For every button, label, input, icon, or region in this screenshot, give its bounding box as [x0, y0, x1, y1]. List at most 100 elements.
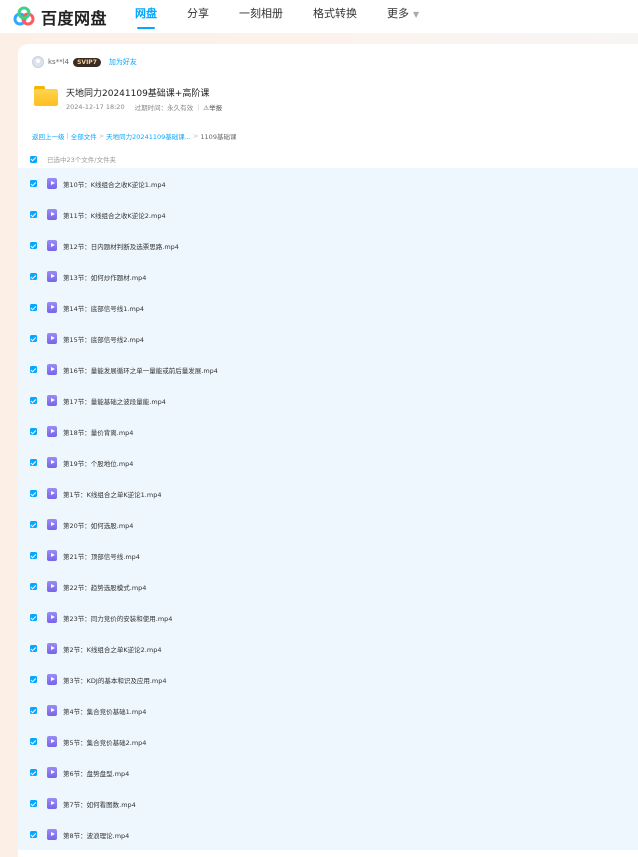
file-row[interactable]: 第10节：K线组合之收K逆论1.mp4	[18, 168, 638, 199]
file-checkbox[interactable]	[30, 800, 37, 807]
file-checkbox[interactable]	[30, 614, 37, 621]
file-row[interactable]: 第19节：个股地位.mp4	[18, 447, 638, 478]
file-checkbox[interactable]	[30, 366, 37, 373]
file-name[interactable]: 第13节：如何炒作题材.mp4	[63, 272, 146, 282]
file-name[interactable]: 第15节：底部信号线2.mp4	[63, 334, 144, 344]
baidu-netdisk-logo[interactable]: 百度网盘	[12, 0, 107, 33]
video-file-icon	[47, 767, 57, 778]
file-checkbox[interactable]	[30, 831, 37, 838]
file-name[interactable]: 第2节：K线组合之单K逆论2.mp4	[63, 644, 161, 654]
folder-icon	[34, 86, 58, 106]
video-file-icon	[47, 178, 57, 189]
video-file-icon	[47, 426, 57, 437]
file-checkbox[interactable]	[30, 397, 37, 404]
cloud-logo-icon	[13, 6, 35, 25]
file-name[interactable]: 第17节：量能基础之波段量能.mp4	[63, 396, 166, 406]
nav-item-format-convert[interactable]: 格式转换	[313, 0, 357, 33]
file-name[interactable]: 第10节：K线组合之收K逆论1.mp4	[63, 179, 166, 189]
file-row[interactable]: 第21节：顶部信号线.mp4	[18, 540, 638, 571]
file-row[interactable]: 第16节：量能发展循环之单一量能或前后量发展.mp4	[18, 354, 638, 385]
file-checkbox[interactable]	[30, 645, 37, 652]
file-row[interactable]: 第1节：K线组合之单K逆论1.mp4	[18, 478, 638, 509]
file-name[interactable]: 第14节：底部信号线1.mp4	[63, 303, 144, 313]
file-row[interactable]: 第23节：同力竞价的安装和使用.mp4	[18, 602, 638, 633]
file-name[interactable]: 第12节：日内题材判断及选票思路.mp4	[63, 241, 179, 251]
file-name[interactable]: 第11节：K线组合之收K逆论2.mp4	[63, 210, 166, 220]
video-file-icon	[47, 643, 57, 654]
file-row[interactable]: 第6节：盘势盘型.mp4	[18, 757, 638, 788]
file-row[interactable]: 第15节：底部信号线2.mp4	[18, 323, 638, 354]
file-name[interactable]: 第21节：顶部信号线.mp4	[63, 551, 140, 561]
file-name[interactable]: 第7节：如何看图数.mp4	[63, 799, 136, 809]
sharer-info: ks**l4 SVIP7 加为好友	[32, 56, 137, 68]
file-checkbox[interactable]	[30, 273, 37, 280]
video-file-icon	[47, 240, 57, 251]
file-name[interactable]: 第1节：K线组合之单K逆论1.mp4	[63, 489, 161, 499]
file-name[interactable]: 第19节：个股地位.mp4	[63, 458, 133, 468]
nav-item-album[interactable]: 一刻相册	[239, 0, 283, 33]
breadcrumb: 返回上一级 | 全部文件 > 天地同力20241109基础课... > 1109…	[32, 131, 236, 141]
file-row[interactable]: 第14节：底部信号线1.mp4	[18, 292, 638, 323]
file-row[interactable]: 第11节：K线组合之收K逆论2.mp4	[18, 199, 638, 230]
video-file-icon	[47, 612, 57, 623]
file-checkbox[interactable]	[30, 676, 37, 683]
breadcrumb-back[interactable]: 返回上一级	[32, 131, 65, 141]
file-checkbox[interactable]	[30, 738, 37, 745]
breadcrumb-all-files[interactable]: 全部文件	[71, 131, 97, 141]
avatar[interactable]	[32, 56, 44, 68]
file-row[interactable]: 第20节：如何选股.mp4	[18, 509, 638, 540]
file-row[interactable]: 第2节：K线组合之单K逆论2.mp4	[18, 633, 638, 664]
file-checkbox[interactable]	[30, 180, 37, 187]
share-card: ks**l4 SVIP7 加为好友 天地同力20241109基础课+高阶课 20…	[18, 44, 638, 857]
file-name[interactable]: 第5节：集合竞价基础2.mp4	[63, 737, 146, 747]
file-row[interactable]: 第17节：量能基础之波段量能.mp4	[18, 385, 638, 416]
file-name[interactable]: 第4节：集合竞价基础1.mp4	[63, 706, 146, 716]
file-name[interactable]: 第16节：量能发展循环之单一量能或前后量发展.mp4	[63, 365, 218, 375]
file-row[interactable]: 第5节：集合竞价基础2.mp4	[18, 726, 638, 757]
file-checkbox[interactable]	[30, 211, 37, 218]
video-file-icon	[47, 488, 57, 499]
video-file-icon	[47, 457, 57, 468]
file-checkbox[interactable]	[30, 304, 37, 311]
nav-item-netdisk[interactable]: 网盘	[135, 0, 157, 33]
file-name[interactable]: 第8节：波浪理论.mp4	[63, 830, 129, 840]
top-navigation-bar: 百度网盘 网盘 分享 一刻相册 格式转换 更多 ▼	[0, 0, 638, 33]
file-row[interactable]: 第7节：如何看图数.mp4	[18, 788, 638, 819]
select-all-checkbox[interactable]	[30, 155, 37, 163]
file-row[interactable]: 第4节：集合竞价基础1.mp4	[18, 695, 638, 726]
file-checkbox[interactable]	[30, 335, 37, 342]
file-row[interactable]: 第22节：趋势选股模式.mp4	[18, 571, 638, 602]
add-friend-link[interactable]: 加为好友	[109, 57, 137, 67]
main-nav: 网盘 分享 一刻相册 格式转换 更多 ▼	[135, 0, 449, 33]
file-checkbox[interactable]	[30, 707, 37, 714]
file-row[interactable]: 第13节：如何炒作题材.mp4	[18, 261, 638, 292]
file-name[interactable]: 第23节：同力竞价的安装和使用.mp4	[63, 613, 172, 623]
file-name[interactable]: 第22节：趋势选股模式.mp4	[63, 582, 146, 592]
report-link[interactable]: ⚠举报	[203, 102, 222, 112]
file-row[interactable]: 第3节：KDJ的基本和识及应用.mp4	[18, 664, 638, 695]
file-checkbox[interactable]	[30, 583, 37, 590]
file-row[interactable]: 第12节：日内题材判断及选票思路.mp4	[18, 230, 638, 261]
share-meta: 2024-12-17 18:20 过期时间：永久有效 | ⚠举报	[66, 102, 222, 112]
file-checkbox[interactable]	[30, 521, 37, 528]
file-checkbox[interactable]	[30, 552, 37, 559]
file-checkbox[interactable]	[30, 428, 37, 435]
video-file-icon	[47, 705, 57, 716]
video-file-icon	[47, 550, 57, 561]
file-name[interactable]: 第3节：KDJ的基本和识及应用.mp4	[63, 675, 166, 685]
file-name[interactable]: 第18节：量价背离.mp4	[63, 427, 133, 437]
nav-item-share[interactable]: 分享	[187, 0, 209, 33]
select-all-row: 已选中23个文件/文件夹	[30, 154, 116, 164]
file-checkbox[interactable]	[30, 769, 37, 776]
file-row[interactable]: 第18节：量价背离.mp4	[18, 416, 638, 447]
breadcrumb-separator: |	[66, 132, 69, 140]
file-checkbox[interactable]	[30, 490, 37, 497]
file-name[interactable]: 第20节：如何选股.mp4	[63, 520, 133, 530]
breadcrumb-folder[interactable]: 天地同力20241109基础课...	[106, 131, 191, 141]
file-name[interactable]: 第6节：盘势盘型.mp4	[63, 768, 129, 778]
file-checkbox[interactable]	[30, 459, 37, 466]
nav-item-more[interactable]: 更多 ▼	[387, 0, 419, 33]
sharer-username[interactable]: ks**l4	[48, 58, 69, 66]
file-row[interactable]: 第8节：波浪理论.mp4	[18, 819, 638, 850]
file-checkbox[interactable]	[30, 242, 37, 249]
